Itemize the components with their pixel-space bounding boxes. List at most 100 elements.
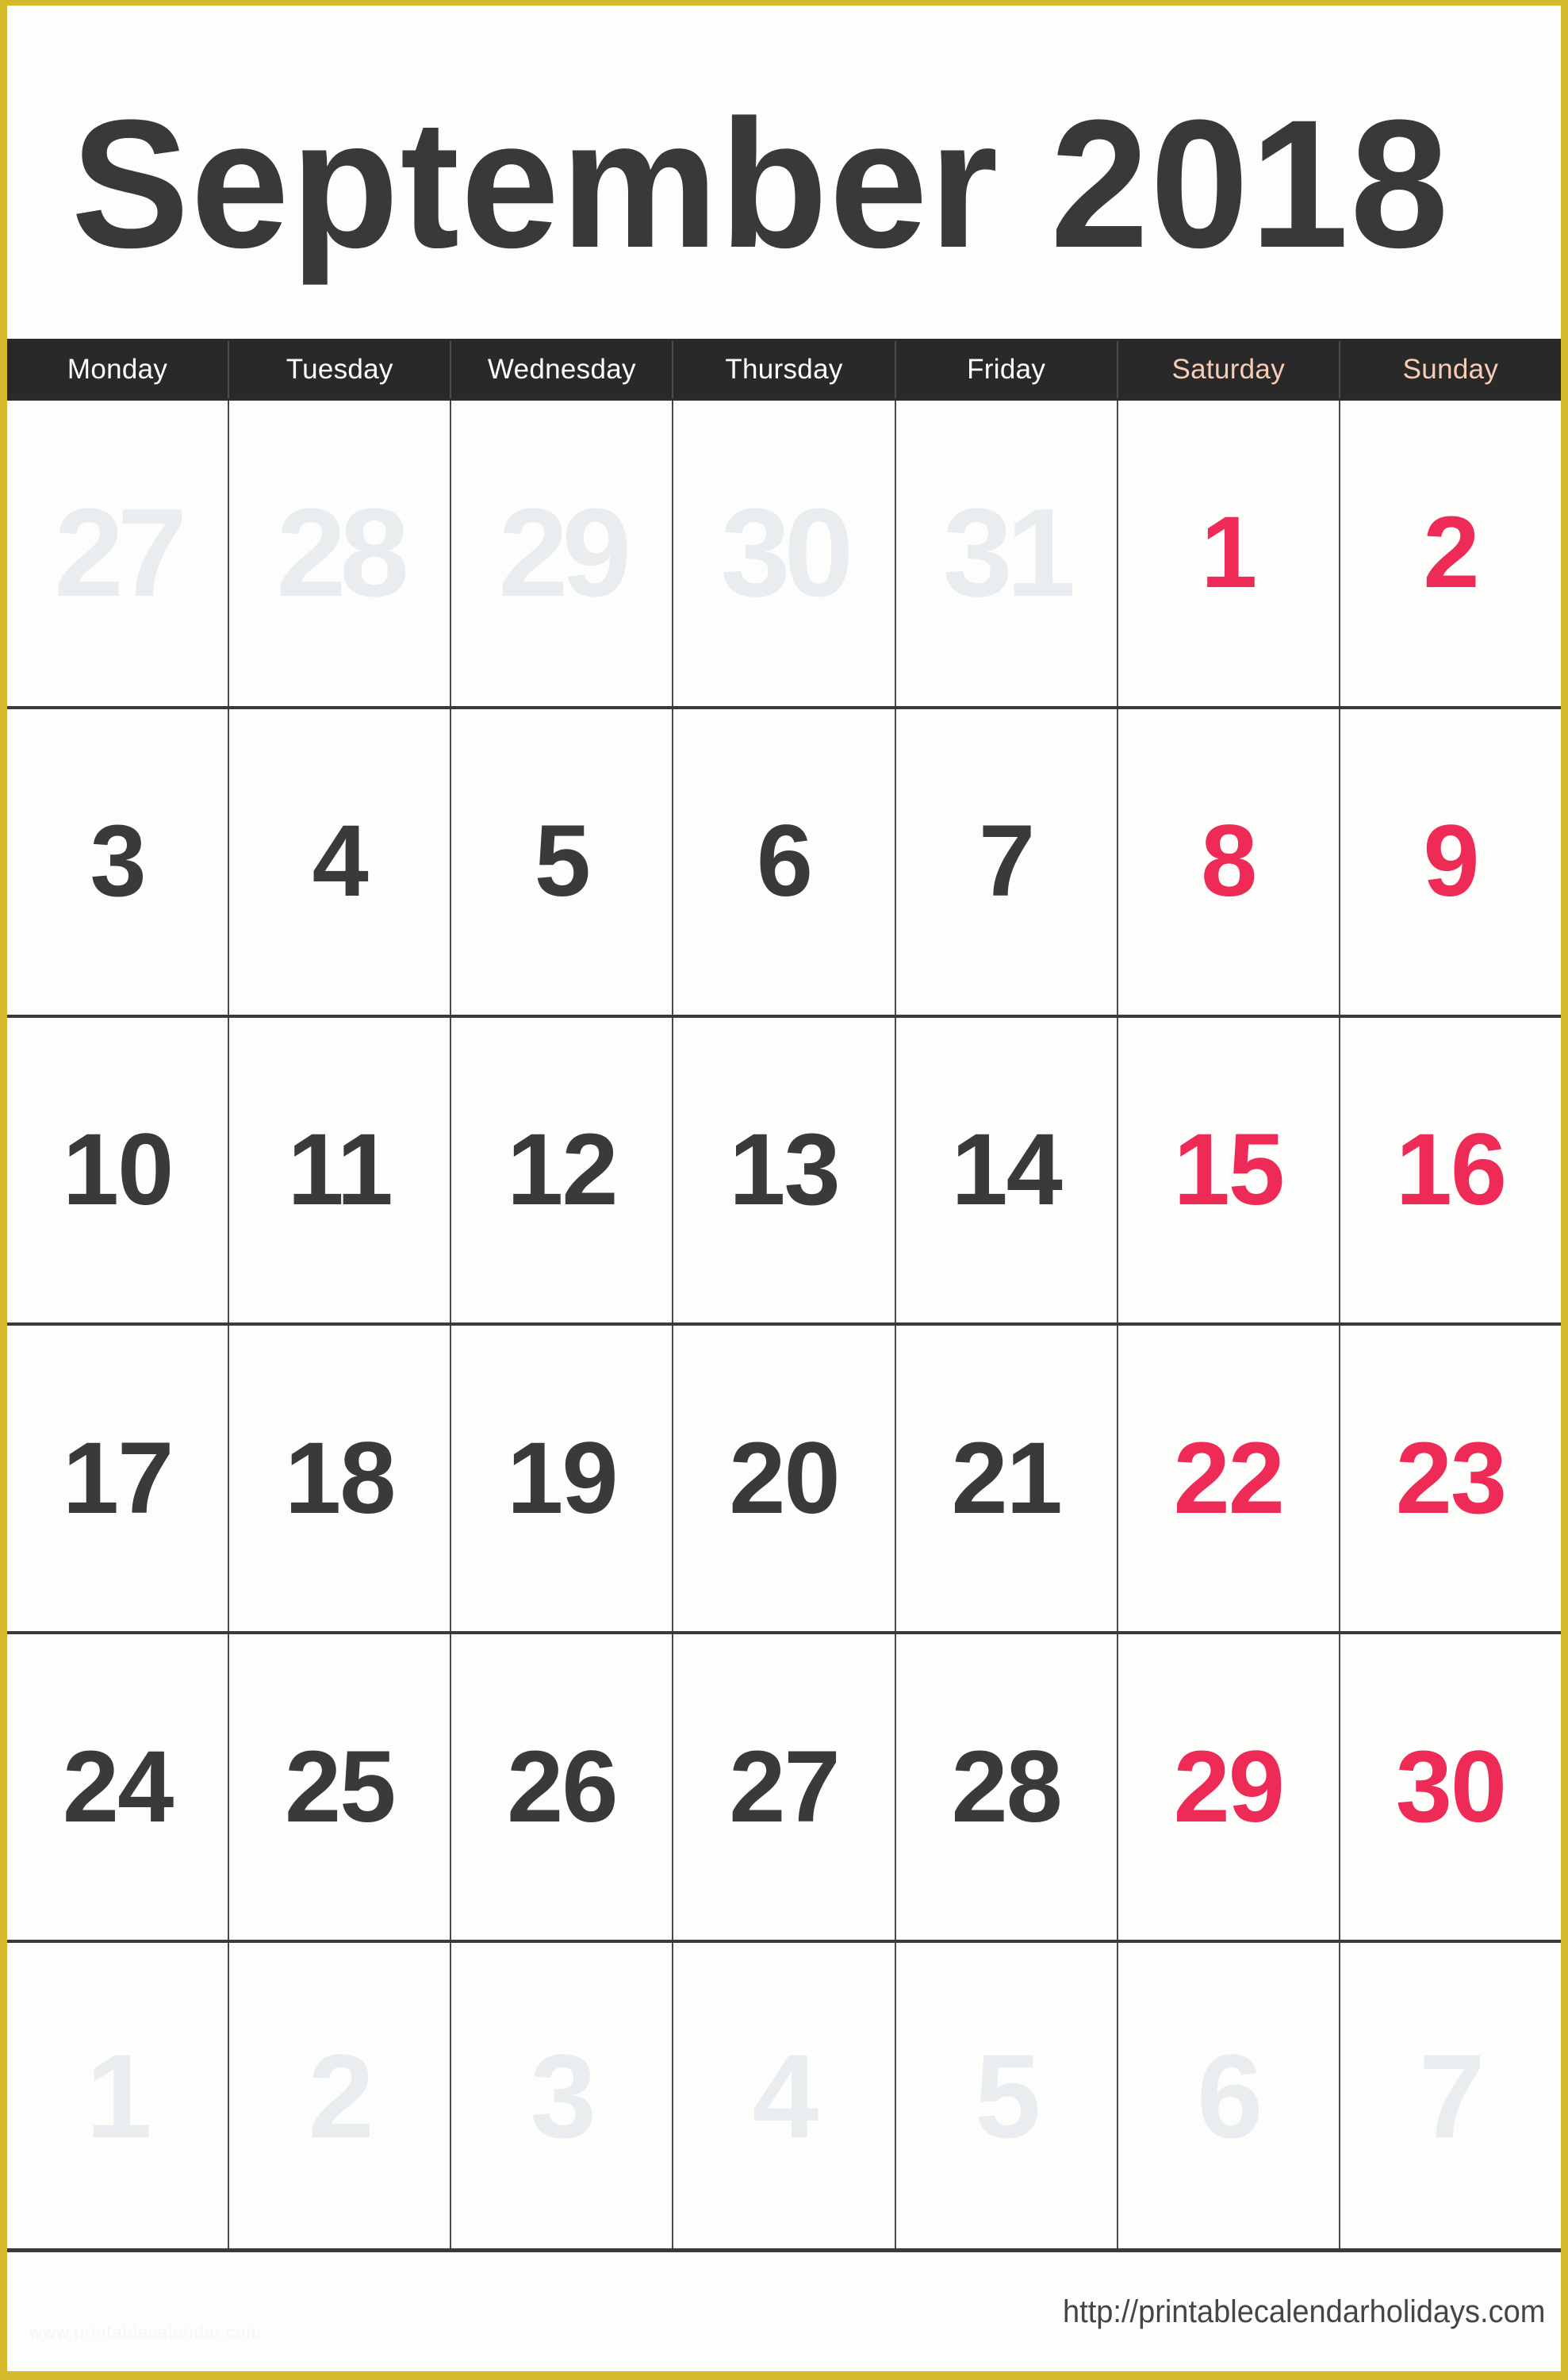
day-cell[interactable]: 1	[1118, 401, 1340, 706]
week-row: 24 25 26 27 28 29 30	[7, 1634, 1561, 1944]
day-number: 18	[285, 1421, 396, 1535]
day-cell[interactable]: 6	[1118, 1943, 1340, 2248]
day-cell[interactable]: 17	[7, 1326, 230, 1632]
week-row: 27 28 29 30 31 1 2	[7, 401, 1561, 709]
day-cell[interactable]: 4	[229, 708, 452, 1015]
day-cell[interactable]: 13	[673, 1017, 896, 1323]
day-cell[interactable]: 3	[7, 708, 230, 1015]
day-cell[interactable]: 6	[673, 708, 896, 1015]
weekday-header-wednesday: Wednesday	[451, 341, 674, 398]
day-cell[interactable]: 16	[1340, 1017, 1561, 1323]
day-number: 24	[62, 1729, 174, 1844]
day-number: 4	[752, 2029, 819, 2163]
day-cell[interactable]: 22	[1118, 1326, 1340, 1632]
day-cell[interactable]: 2	[1340, 401, 1561, 706]
weekday-header-label: Saturday	[1171, 354, 1286, 385]
day-cell[interactable]: 7	[1340, 1943, 1561, 2248]
day-cell[interactable]: 4	[673, 1943, 896, 2248]
day-cell[interactable]: 10	[7, 1017, 230, 1323]
day-number: 8	[1201, 804, 1257, 919]
day-cell[interactable]: 15	[1118, 1017, 1340, 1323]
day-number: 26	[507, 1729, 618, 1844]
day-cell[interactable]: 9	[1340, 708, 1561, 1015]
day-number: 31	[942, 483, 1076, 624]
weekday-header-friday: Friday	[896, 341, 1118, 398]
day-cell[interactable]: 12	[451, 1017, 674, 1323]
footer-url[interactable]: http://printablecalendarholidays.com	[1063, 2294, 1545, 2330]
calendar-title-area: September 2018	[7, 6, 1561, 339]
day-cell[interactable]: 31	[895, 401, 1118, 706]
day-number: 25	[285, 1729, 396, 1844]
day-number: 23	[1395, 1421, 1507, 1535]
footer-watermark: www.printablecalendar.com	[29, 2322, 262, 2342]
day-number: 12	[507, 1113, 618, 1227]
day-number: 16	[1395, 1113, 1507, 1227]
day-cell[interactable]: 3	[451, 1943, 674, 2248]
day-cell[interactable]: 24	[7, 1634, 230, 1940]
day-cell[interactable]: 21	[895, 1326, 1118, 1632]
day-number: 10	[62, 1113, 174, 1227]
day-number: 5	[974, 2029, 1041, 2163]
day-cell[interactable]: 2	[229, 1943, 452, 2248]
day-cell[interactable]: 7	[895, 708, 1118, 1015]
day-cell[interactable]: 29	[451, 401, 674, 706]
day-number: 17	[62, 1421, 174, 1535]
day-cell[interactable]: 25	[229, 1634, 452, 1940]
day-cell[interactable]: 28	[895, 1634, 1118, 1940]
weekday-header-row: Monday Tuesday Wednesday Thursday Friday Satu…	[7, 339, 1561, 401]
calendar-footer: www.printablecalendar.com http://printab…	[7, 2252, 1561, 2371]
day-cell[interactable]: 5	[451, 708, 674, 1015]
day-number: 6	[756, 804, 813, 919]
day-number: 3	[90, 804, 146, 919]
day-number: 15	[1173, 1113, 1285, 1227]
day-cell[interactable]: 8	[1118, 708, 1340, 1015]
day-number: 29	[498, 483, 631, 624]
day-cell[interactable]: 30	[1340, 1634, 1561, 1940]
day-cell[interactable]: 26	[451, 1634, 674, 1940]
weekday-header-label: Wednesday	[487, 354, 636, 385]
day-number: 7	[1419, 2029, 1485, 2163]
day-number: 2	[308, 2029, 374, 2163]
day-number: 27	[729, 1729, 840, 1844]
day-cell[interactable]: 19	[451, 1326, 674, 1632]
day-cell[interactable]: 18	[229, 1326, 452, 1632]
calendar-page: September 2018 Monday Tuesday Wednesday Thu…	[0, 0, 1568, 2380]
day-number: 20	[729, 1421, 840, 1535]
day-cell[interactable]: 11	[229, 1017, 452, 1323]
day-cell[interactable]: 5	[895, 1943, 1118, 2248]
weekday-header-label: Tuesday	[286, 354, 393, 385]
day-cell[interactable]: 30	[673, 401, 896, 706]
day-number: 30	[1395, 1729, 1507, 1844]
day-number: 28	[951, 1729, 1062, 1844]
day-cell[interactable]: 14	[895, 1017, 1118, 1323]
day-number: 11	[287, 1113, 393, 1227]
day-cell[interactable]: 27	[673, 1634, 896, 1940]
day-number: 1	[86, 2029, 151, 2163]
day-cell[interactable]: 23	[1340, 1326, 1561, 1632]
day-number: 1	[1201, 496, 1257, 610]
day-cell[interactable]: 28	[229, 401, 452, 706]
day-number: 4	[312, 804, 369, 919]
weekday-header-sunday: Sunday	[1340, 341, 1561, 398]
day-number: 19	[507, 1421, 618, 1535]
day-number: 13	[729, 1113, 840, 1227]
day-number: 21	[951, 1421, 1062, 1535]
day-number: 6	[1197, 2029, 1263, 2163]
weekday-header-label: Thursday	[725, 354, 843, 385]
day-cell[interactable]: 29	[1118, 1634, 1340, 1940]
day-cell[interactable]: 1	[7, 1943, 230, 2248]
week-rows-host: 27 28 29 30 31 1 2 3 4 5 6 7 8 9 10 11 12 13 14 15 16 17 18 19 2…	[7, 401, 1561, 2252]
weekday-header-label: Sunday	[1402, 354, 1499, 385]
day-number: 22	[1173, 1421, 1285, 1535]
day-cell[interactable]: 27	[7, 401, 230, 706]
day-number: 28	[276, 483, 409, 624]
day-number: 27	[54, 483, 187, 624]
weekday-header-thursday: Thursday	[673, 341, 896, 398]
weekday-header-tuesday: Tuesday	[229, 341, 452, 398]
day-number: 5	[534, 804, 591, 919]
day-cell[interactable]: 20	[673, 1326, 896, 1632]
day-number: 7	[979, 804, 1035, 919]
week-row: 1 2 3 4 5 6 7	[7, 1943, 1561, 2252]
day-number: 14	[951, 1113, 1062, 1227]
weekday-header-monday: Monday	[7, 341, 230, 398]
